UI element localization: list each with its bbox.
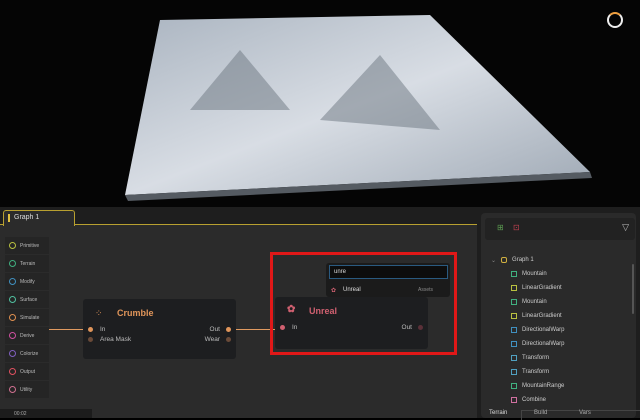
- crumble-icon: ⁘: [95, 308, 103, 318]
- port-area-mask[interactable]: [88, 337, 93, 342]
- wire: [49, 329, 83, 330]
- tree-label: Graph 1: [512, 257, 534, 263]
- tree-label: Mountain: [522, 271, 547, 277]
- palette-label: Simulate: [20, 314, 40, 321]
- palette-output[interactable]: Output: [5, 363, 49, 380]
- tree-item[interactable]: Mountain: [511, 295, 564, 309]
- tab-terrain[interactable]: Terrain: [489, 410, 507, 416]
- node-type-icon: [511, 271, 517, 277]
- terrain-icon: [9, 260, 16, 267]
- tab-vars[interactable]: Vars: [579, 410, 591, 416]
- node-type-icon: [511, 341, 517, 347]
- palette-label: Output: [20, 368, 36, 375]
- palette-modify[interactable]: Modify: [5, 273, 49, 290]
- graph-icon: [501, 257, 508, 263]
- unreal-icon: ✿: [331, 288, 337, 294]
- port-label: Wear: [204, 336, 220, 343]
- palette-terrain[interactable]: Terrain: [5, 255, 49, 272]
- tree-item[interactable]: Transform: [511, 351, 564, 365]
- simulate-icon: [9, 314, 16, 321]
- port-label: Out: [209, 326, 220, 333]
- collapse-icon[interactable]: ⊡: [513, 223, 520, 232]
- result-label: Unreal: [343, 287, 361, 293]
- outline-toolbar: ⊞ ⊡ ▽: [485, 218, 635, 240]
- palette-simulate[interactable]: Simulate: [5, 309, 49, 326]
- node-type-icon: [511, 397, 517, 403]
- expand-icon[interactable]: ⊞: [497, 223, 504, 232]
- tree-label: DirectionalWarp: [522, 327, 565, 333]
- tree-item[interactable]: Mountain: [511, 267, 564, 281]
- status-bar: 00:02: [0, 409, 92, 418]
- palette-label: Utility: [20, 386, 33, 393]
- port-in[interactable]: [88, 327, 93, 332]
- modify-icon: [9, 278, 16, 285]
- 3d-viewport[interactable]: [0, 0, 640, 207]
- colorize-icon: [9, 350, 16, 357]
- tree-item[interactable]: LinearGradient: [511, 309, 564, 323]
- node-type-icon: [511, 299, 517, 305]
- port-wear[interactable]: [226, 337, 231, 342]
- bottom-tabs: Terrain Build Vars: [477, 410, 640, 420]
- tree-root[interactable]: ⌄ Graph 1: [491, 253, 564, 267]
- crumble-node[interactable]: ⁘ Crumble In Area Mask Out Wear: [83, 299, 236, 359]
- outline-tree: ⌄ Graph 1 Mountain LinearGradient Mountain L…: [491, 253, 564, 407]
- palette-colorize[interactable]: Colorize: [5, 345, 49, 362]
- palette-surface[interactable]: Surface: [5, 291, 49, 308]
- tree-item[interactable]: DirectionalWarp: [511, 337, 564, 351]
- node-type-icon: [511, 369, 517, 375]
- tree-label: MountainRange: [522, 383, 565, 389]
- graph-tabstrip: Graph 1: [0, 207, 477, 226]
- tree-label: Transform: [522, 369, 550, 375]
- port-label: Area Mask: [100, 336, 132, 343]
- palette-label: Colorize: [20, 350, 39, 357]
- tree-item[interactable]: MountainRange: [511, 379, 564, 393]
- status-time: 00:02: [14, 411, 27, 417]
- tree-label: LinearGradient: [522, 313, 562, 319]
- palette-primitive[interactable]: Primitive: [5, 237, 49, 254]
- tree-label: Transform: [522, 355, 550, 361]
- node-type-icon: [511, 355, 517, 361]
- node-type-icon: [511, 327, 517, 333]
- result-category: Assets: [418, 287, 434, 293]
- scrollbar[interactable]: [632, 264, 634, 314]
- output-icon: [9, 368, 16, 375]
- tree-item[interactable]: DirectionalWarp: [511, 323, 564, 337]
- palette-label: Derive: [20, 332, 35, 339]
- palette-label: Surface: [20, 296, 38, 303]
- tree-item[interactable]: Combine: [511, 393, 564, 407]
- tab-build[interactable]: Build: [534, 410, 547, 416]
- node-title: Crumble: [117, 308, 154, 318]
- tree-item[interactable]: Transform: [511, 365, 564, 379]
- node-type-icon: [511, 313, 517, 319]
- node-search-input[interactable]: [329, 265, 448, 279]
- tree-label: DirectionalWarp: [522, 341, 565, 347]
- tree-label: Mountain: [522, 299, 547, 305]
- terrain-render: [125, 15, 592, 201]
- surface-icon: [9, 296, 16, 303]
- primitive-icon: [9, 242, 16, 249]
- palette-label: Terrain: [20, 260, 36, 267]
- tree-label: Combine: [522, 397, 547, 403]
- palette-label: Modify: [20, 278, 35, 285]
- loading-spinner-icon: [607, 12, 623, 28]
- palette-utility[interactable]: Utility: [5, 381, 49, 398]
- tab-graph-1[interactable]: Graph 1: [3, 210, 75, 226]
- node-search-popup: ✿ Unreal Assets: [326, 263, 450, 297]
- chevron-down-icon[interactable]: ⌄: [491, 257, 496, 264]
- utility-icon: [9, 386, 16, 393]
- node-palette: Primitive Terrain Modify Surface Simulat…: [5, 237, 49, 399]
- node-type-icon: [511, 383, 517, 389]
- port-out[interactable]: [226, 327, 231, 332]
- tree-item[interactable]: LinearGradient: [511, 281, 564, 295]
- node-type-icon: [511, 285, 517, 291]
- palette-derive[interactable]: Derive: [5, 327, 49, 344]
- tree-label: LinearGradient: [522, 285, 562, 291]
- port-label: In: [100, 326, 106, 333]
- derive-icon: [9, 332, 16, 339]
- palette-label: Primitive: [20, 242, 40, 249]
- filter-icon[interactable]: ▽: [622, 222, 629, 233]
- outline-panel: ⊞ ⊡ ▽ ⌄ Graph 1 Mountain LinearGradient Mou…: [477, 207, 640, 420]
